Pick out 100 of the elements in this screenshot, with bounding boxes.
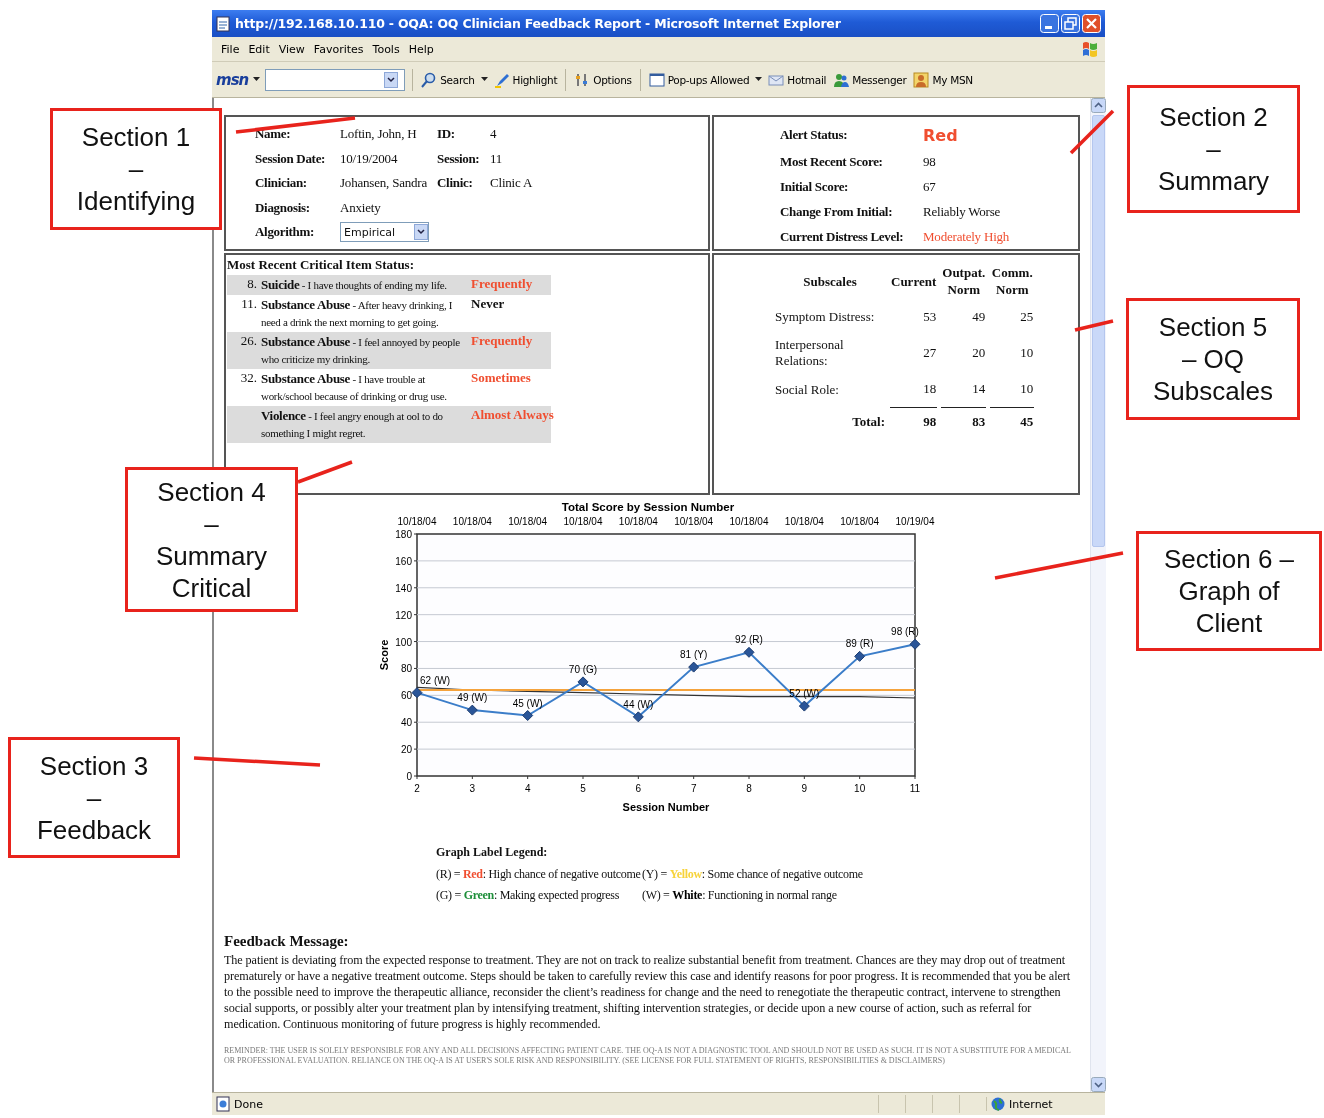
field-value: Johansen, Sandra (340, 175, 429, 192)
toolbar-button[interactable]: My MSN (912, 69, 974, 90)
menu-item[interactable]: View (275, 42, 311, 56)
tick-label: 6 (635, 783, 642, 794)
menu-item[interactable]: File (218, 42, 246, 56)
table-cell-text: 45 (1019, 413, 1035, 431)
data-label: 70 (G) (568, 663, 598, 675)
date-label: 10/18/04 (563, 516, 603, 527)
scroll-up-icon[interactable] (1091, 98, 1106, 113)
item-number: 11. (240, 296, 258, 313)
tick-label: 7 (690, 783, 697, 794)
menu-item[interactable]: Favorites (310, 42, 370, 56)
date-label: 10/19/04 (895, 516, 935, 527)
tick-label: 60 (400, 690, 412, 702)
field-label: Session Date: (255, 150, 327, 167)
data-point (466, 704, 478, 716)
close-icon[interactable] (1082, 14, 1101, 33)
table-cell: 10 (990, 371, 1035, 408)
legend-entry: (W) = White: Functioning in normal range (642, 888, 838, 903)
msn-logo[interactable]: msn (216, 70, 249, 89)
item-text: Suicide - I have thoughts of ending my life. (261, 276, 448, 294)
toolbar-button[interactable]: Highlight (492, 69, 559, 90)
row-label: Interpersonal Relations: (774, 336, 845, 370)
table-cell-text: 27 (922, 344, 938, 362)
field-label: Algorithm: (255, 224, 316, 241)
toolbar-button[interactable]: Hotmail (767, 69, 828, 90)
field-label: Most Recent Score: (780, 153, 884, 170)
menu-item[interactable]: Help (405, 42, 440, 56)
date-label: 10/18/04 (729, 516, 769, 527)
table-cell: 18 (890, 371, 938, 408)
highlighter-icon (493, 71, 510, 88)
item-response: Frequently (470, 276, 533, 293)
item-number: 32. (239, 370, 258, 387)
date-label: 10/18/04 (508, 516, 548, 527)
data-point (909, 638, 921, 650)
table-cell: 14 (941, 371, 987, 408)
table-cell-text: 49 (971, 308, 987, 326)
page-icon (216, 1096, 230, 1112)
scrollbar[interactable] (1090, 98, 1106, 1092)
item-text: Substance Abuse - After heavy drinking, I need a drink the next morning to get going. (261, 296, 454, 330)
date-label: 10/18/04 (784, 516, 824, 527)
field-value: Reliably Worse (923, 203, 1001, 220)
data-label: 44 (W) (623, 698, 654, 710)
callout-label: Section 1 – Identifying (76, 121, 196, 217)
table-cell-text: 98 (922, 413, 938, 431)
legend-title: Graph Label Legend: (436, 845, 549, 860)
tick-label: 11 (909, 783, 921, 794)
item-response: Frequently (470, 333, 533, 350)
field-label: Initial Score: (780, 178, 850, 195)
dropdown-arrow-icon[interactable] (755, 77, 763, 82)
toolbar-button[interactable]: Search (420, 69, 476, 90)
callout-label: Section 2 – Summary (1157, 101, 1270, 197)
restore-icon[interactable] (1061, 14, 1080, 33)
feedback-message: The patient is deviating from the expected response to treatment. They are not on track to realize substantial benefit from treatment. Chances are they may drop out of treatment prematurely or have a negative treatment outcome. Steps should be taken to carefully review this case and identify reasons for poor progress. It is recommended that you be alert to the possible need to improve the therapeutic alliance, reconsider the client’s readiness for change and the need to renegotiate the therapeutic contract, intervene to strengthen social supports, or possibly alter your treatment plan by intensifying treatment, shifting intervention strategies, or decide upon a new course of action, such as referral for medication. Continuous monitoring of future progress is highly recommended. (224, 952, 1071, 1032)
dropdown-arrow-icon[interactable] (253, 77, 261, 82)
total-label: Total: (851, 413, 886, 431)
toolbar-button[interactable]: Pop-ups Allowed (647, 69, 751, 90)
item-number: 8. (246, 276, 258, 293)
alert-status-value: Red (923, 125, 958, 145)
item-response: Never (470, 296, 505, 313)
tick-label: 5 (580, 783, 586, 794)
field-value: Moderately High (923, 228, 1010, 245)
data-point (854, 650, 866, 662)
data-label: 45 (W) (512, 697, 543, 709)
data-label: 49 (W) (457, 692, 488, 704)
tick-label: 100 (395, 636, 412, 648)
item-response: Sometimes (470, 370, 531, 387)
windows-flag-icon (1081, 40, 1099, 58)
scroll-thumb[interactable] (1092, 115, 1105, 547)
toolbar-button[interactable]: Options (573, 69, 633, 90)
toolbar-button[interactable]: Messenger (832, 69, 908, 90)
tick-label: 140 (395, 582, 412, 594)
scroll-down-icon[interactable] (1091, 1077, 1106, 1092)
table-cell-text: 53 (922, 308, 938, 326)
tick-label: 180 (395, 529, 412, 540)
axis-title: Session Number (622, 801, 710, 813)
legend-entry: (Y) = Yellow: Some chance of negative outcome (642, 867, 864, 882)
tick-label: 4 (524, 783, 531, 794)
minimize-icon[interactable] (1040, 14, 1059, 33)
people-icon (833, 71, 850, 88)
data-label: 81 (Y) (680, 649, 708, 661)
status-text: Done (234, 1097, 263, 1111)
algorithm-dropdown[interactable]: Empirical (340, 222, 429, 243)
column-header: Current (890, 272, 938, 291)
data-point (798, 700, 810, 712)
field-label: Name: (255, 126, 292, 143)
menu-item[interactable]: Edit (245, 42, 276, 56)
search-field[interactable] (265, 68, 406, 91)
disclaimer-text: REMINDER: THE USER IS SOLELY RESPONSIBLE FOR ANY AND ALL DECISIONS AFFECTING PATIENT CARE. THE OQ-A IS NOT A DIAGNOSTIC TOOL AND SHOULD NOT BE USED AS SUCH. IT IS NOT A SUBSTITUTE FOR A MEDICAL OR PROFESSIONAL EVALUATION. RELIANCE ON THE OQ-A IS AT USER'S SOLE RISK AND RESPONSIBILITY. (SEE LICENSE FOR FULL STATEMENT OF RIGHTS, RESPONSIBILITIES & DISCLAIMERS) (224, 1046, 1072, 1066)
tick-label: 40 (400, 717, 412, 729)
date-label: 10/18/04 (674, 516, 714, 527)
field-value: Loftin, John, H (340, 126, 418, 143)
data-point (743, 646, 755, 658)
data-point (522, 710, 534, 721)
tick-label: 0 (406, 771, 412, 782)
menu-item[interactable]: Tools (369, 42, 406, 56)
table-cell-text: 83 (971, 413, 987, 431)
callout-label: Section 6 – Graph of Client (1163, 543, 1295, 639)
dropdown-arrow-icon[interactable] (480, 77, 488, 82)
window-icon (648, 71, 665, 88)
